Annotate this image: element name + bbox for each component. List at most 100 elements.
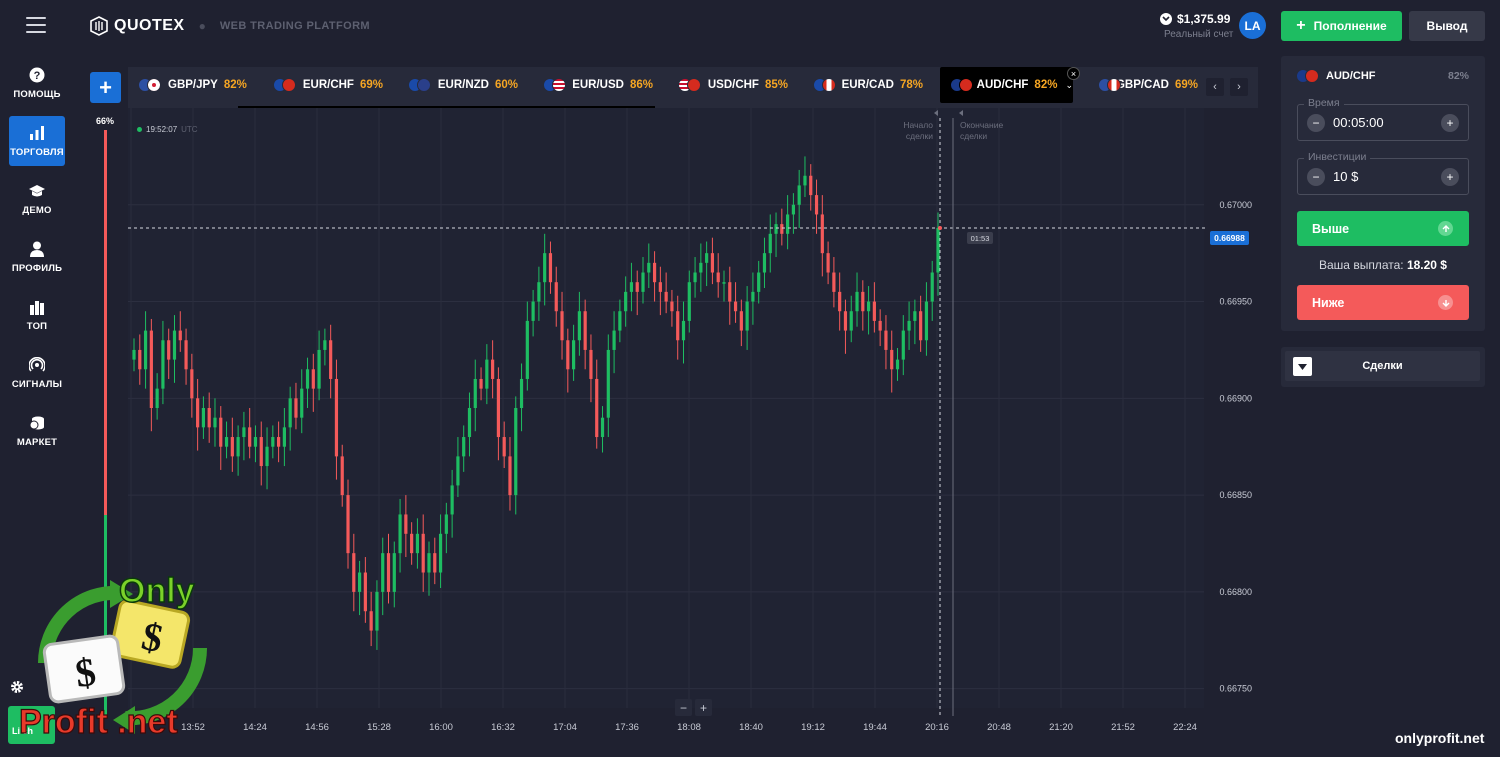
tab-eur-cad[interactable]: EUR/CAD 78% [803, 67, 923, 103]
candle-body [381, 553, 385, 592]
time-decrease-button[interactable]: − [1307, 114, 1325, 132]
flag-icon [138, 78, 162, 92]
add-asset-button[interactable]: + [90, 72, 121, 103]
investment-increase-button[interactable]: + [1441, 168, 1459, 186]
lower-button[interactable]: Ниже [1297, 285, 1469, 320]
candle-body [589, 349, 593, 379]
flag-icon [678, 78, 702, 92]
tab-name: EUR/USD [572, 79, 624, 91]
candle-body [687, 282, 691, 321]
chart-canvas[interactable]: 0.67000 0.66950 0.66900 0.66850 0.66800 0.667… [74, 108, 1260, 757]
balance-widget[interactable]: $1,375.99 Реальный счет [1160, 12, 1235, 40]
tab-gbp-jpy[interactable]: GBP/JPY 82% [128, 67, 248, 103]
tab-eur-usd[interactable]: EUR/USD 86% [533, 67, 653, 103]
tab-payout: 82% [223, 79, 247, 91]
time-value[interactable]: 00:05:00 [1333, 115, 1384, 130]
candle-body [820, 214, 824, 254]
time-field[interactable]: Время − 00:05:00 + [1297, 97, 1469, 141]
candle-body [161, 340, 165, 389]
deals-header[interactable]: Сделки [1285, 351, 1480, 381]
tab-eur-nzd[interactable]: EUR/NZD 60% [398, 67, 518, 103]
caret-down-icon[interactable] [1293, 357, 1312, 376]
candle-body [849, 311, 853, 331]
candle-body [259, 437, 263, 467]
candle-body [456, 456, 460, 486]
nav-item-signals[interactable]: СИГНАЛЫ [9, 348, 65, 398]
candle-body [826, 253, 830, 273]
candle-body [398, 514, 402, 554]
candle-body [543, 253, 547, 283]
graduation-cap-icon [28, 182, 46, 200]
investment-decrease-button[interactable]: − [1307, 168, 1325, 186]
left-nav: ? ПОМОЩЬ ТОРГОВЛЯ ДЕМО ПРОФИЛЬ ТОП СИГНА… [0, 58, 74, 464]
time-increase-button[interactable]: + [1441, 114, 1459, 132]
candle-body [277, 437, 281, 447]
candle-body [172, 330, 177, 360]
nav-label: МАРКЕТ [16, 437, 58, 448]
candle-body [571, 340, 576, 370]
avatar[interactable]: LA [1239, 12, 1266, 39]
candle-body [473, 378, 477, 408]
candle-body [352, 553, 356, 592]
higher-button[interactable]: Выше [1297, 211, 1469, 246]
candle-body [664, 291, 668, 302]
nav-item-help[interactable]: ? ПОМОЩЬ [9, 58, 65, 108]
coins-icon [28, 414, 46, 432]
candle-body [433, 553, 437, 573]
price-chart[interactable]: 0.67000 0.66950 0.66900 0.66850 0.66800 0.667… [74, 108, 1260, 757]
candle-body [751, 291, 755, 302]
close-icon[interactable]: × [1067, 67, 1080, 80]
sentiment-bar-sell [104, 130, 107, 515]
x-tick-label: 16:00 [429, 722, 453, 733]
investment-value[interactable]: 10 $ [1333, 169, 1358, 184]
deposit-button[interactable]: + Пополнение [1281, 11, 1402, 41]
candle-body [438, 533, 443, 573]
tab-usd-chf[interactable]: USD/CHF 85% [668, 67, 788, 103]
arrow-down-icon [1438, 295, 1453, 310]
candle-body [629, 282, 634, 292]
tab-aud-chf[interactable]: AUD/CHF 82% ⌄ [940, 67, 1073, 103]
nav-item-market[interactable]: МАРКЕТ [9, 406, 65, 456]
candle-body [294, 398, 298, 418]
candle-body [531, 301, 535, 321]
investment-field[interactable]: Инвестиции − 10 $ + [1297, 151, 1469, 195]
higher-label: Выше [1312, 221, 1350, 236]
current-price-dot [938, 226, 942, 230]
zoom-out-button[interactable]: − [675, 699, 692, 716]
candle-body [554, 282, 558, 312]
user-icon [28, 240, 46, 258]
candle-body [548, 253, 553, 283]
nav-item-demo[interactable]: ДЕМО [9, 174, 65, 224]
tab-gbp-cad[interactable]: GBP/CAD 69% [1088, 67, 1198, 103]
nav-item-top[interactable]: ТОП [9, 290, 65, 340]
candle-body [444, 514, 448, 534]
menu-icon[interactable] [26, 17, 46, 33]
candle-body [450, 485, 454, 515]
x-tick-label: 14:24 [243, 722, 267, 733]
candle-body [838, 291, 842, 312]
watermark-logo: $ $ Only Profit .net [18, 571, 208, 742]
candle-body [566, 340, 570, 370]
withdraw-button[interactable]: Вывод [1409, 11, 1485, 41]
lower-label: Ниже [1312, 295, 1345, 310]
candle-body [149, 330, 153, 408]
x-tick-label: 17:04 [553, 722, 577, 733]
nav-item-trading[interactable]: ТОРГОВЛЯ [9, 116, 65, 166]
flag-icon [273, 78, 297, 92]
payout-value: 18.20 $ [1406, 258, 1447, 272]
tab-eur-chf[interactable]: EUR/CHF 69% [263, 67, 383, 103]
y-tick-label: 0.66850 [1219, 490, 1252, 500]
candle-body [334, 378, 339, 457]
candle-body [357, 572, 362, 592]
zoom-in-button[interactable]: + [695, 699, 712, 716]
candle-body [421, 533, 425, 573]
candle-body [491, 359, 495, 379]
candle-body [843, 311, 848, 331]
x-tick-label: 18:08 [677, 722, 701, 733]
chevron-right-icon[interactable]: › [1230, 78, 1248, 96]
chevron-left-icon[interactable]: ‹ [1206, 78, 1224, 96]
candle-body [924, 301, 929, 341]
candle-body [502, 437, 506, 457]
nav-item-profile[interactable]: ПРОФИЛЬ [9, 232, 65, 282]
candle-body [196, 398, 200, 428]
